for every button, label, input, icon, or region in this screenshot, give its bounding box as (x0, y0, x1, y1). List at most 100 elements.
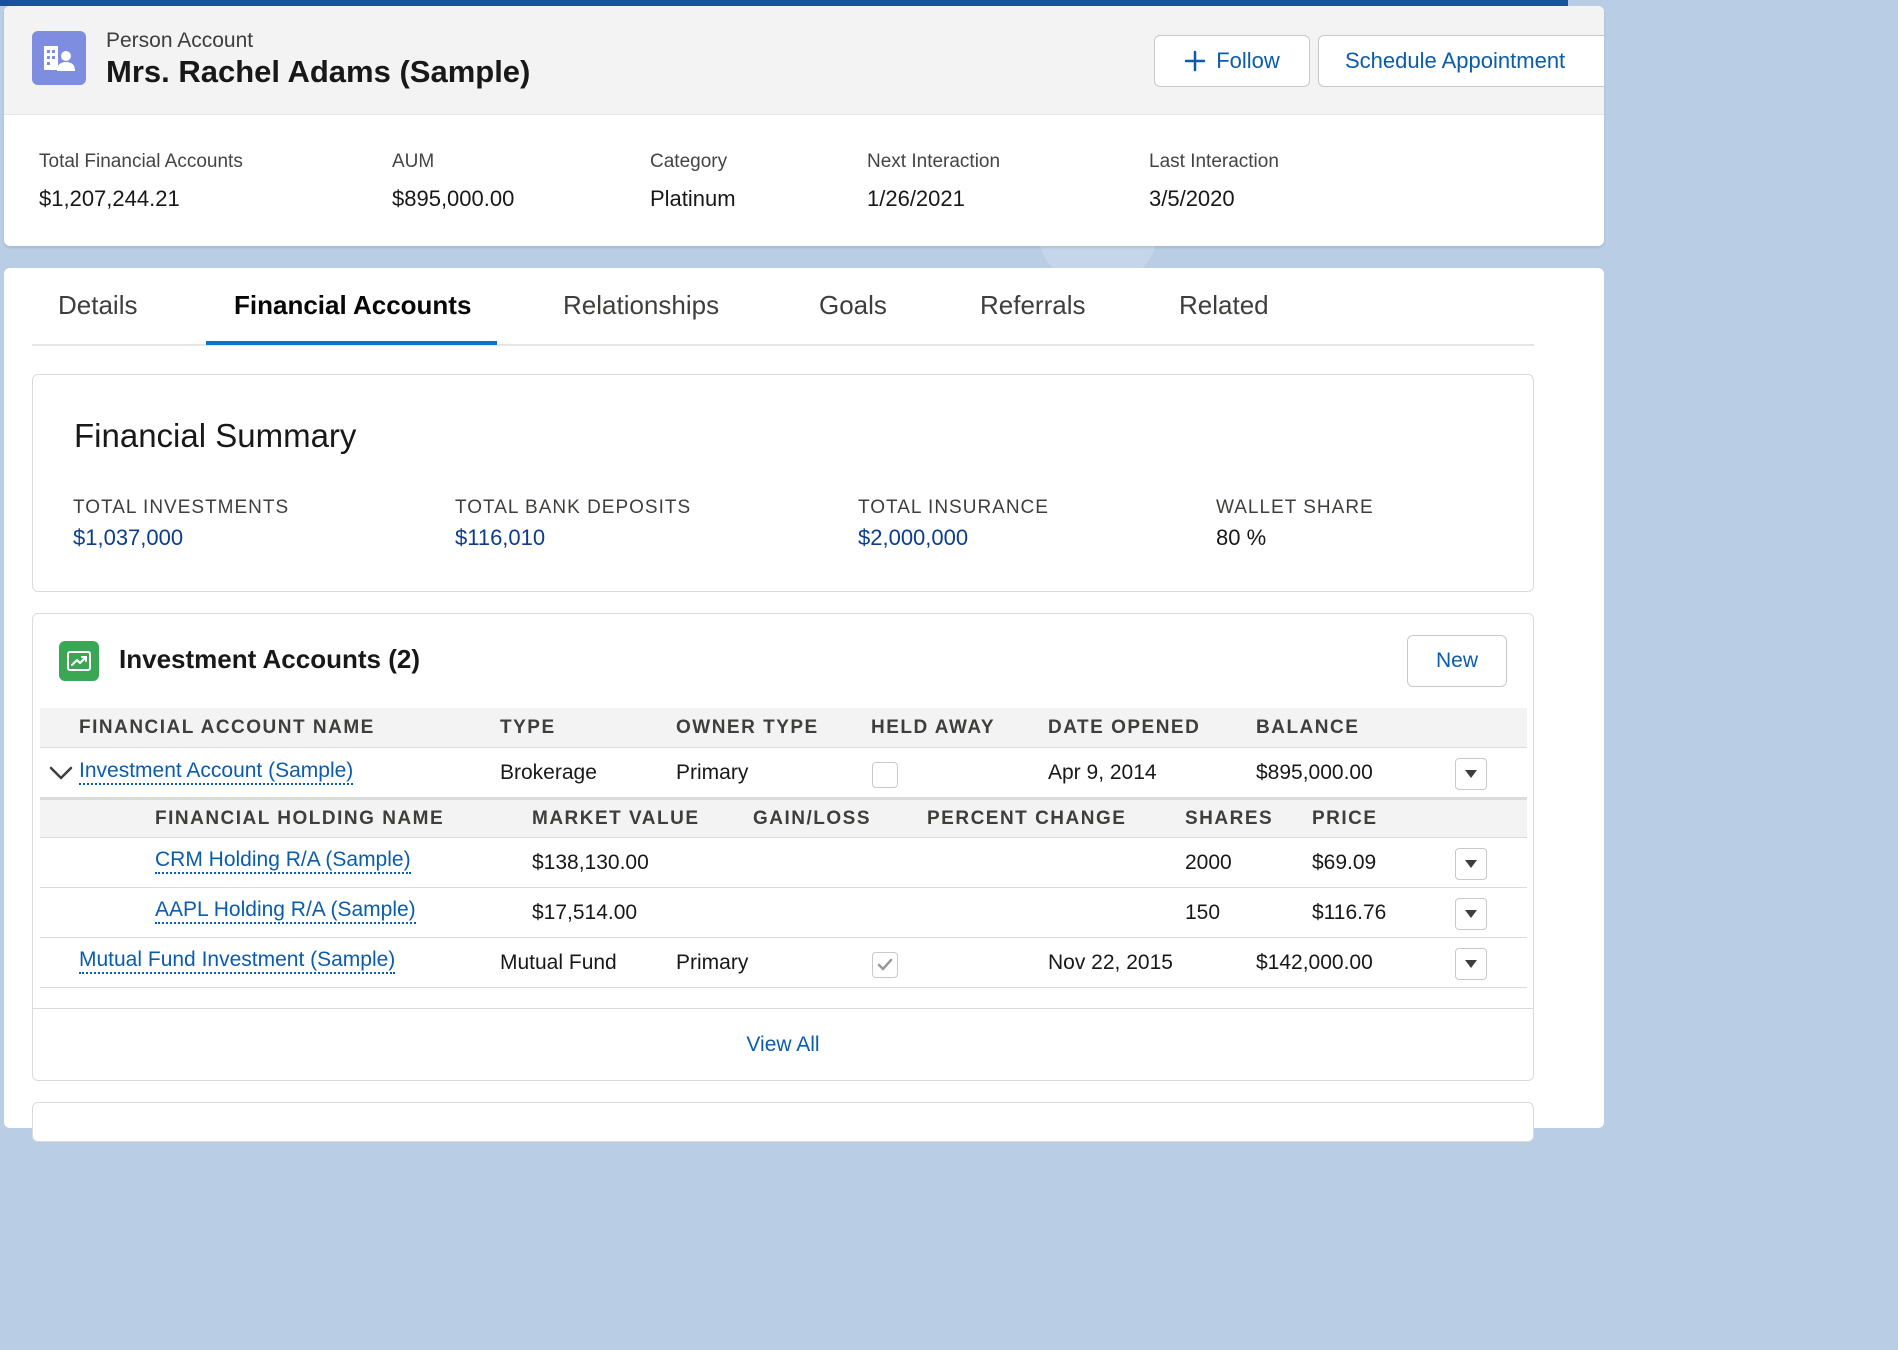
account-owner-type: Primary (676, 761, 749, 784)
holding-shares: 2000 (1185, 851, 1232, 874)
tab-bar: Details Financial Accounts Relationships… (32, 268, 1534, 346)
card-footer: View All (33, 1008, 1533, 1080)
account-date-opened: Apr 9, 2014 (1048, 761, 1157, 784)
schedule-appointment-button[interactable]: Schedule Appointment (1318, 35, 1604, 87)
summary-wallet-share: WALLET SHARE 80 % (1216, 497, 1374, 551)
tab-related[interactable]: Related (1179, 290, 1269, 321)
summary-value: 80 % (1216, 525, 1267, 550)
column-header[interactable]: TYPE (500, 717, 556, 739)
highlight-label: Next Interaction (867, 151, 1001, 172)
tab-referrals[interactable]: Referrals (980, 290, 1085, 321)
new-button[interactable]: New (1407, 635, 1507, 687)
highlight-category: Category Platinum (650, 151, 736, 212)
investment-accounts-card: Investment Accounts (2) New FINANCIAL AC… (32, 613, 1534, 1081)
highlights-panel: Total Financial Accounts $1,207,244.21 A… (4, 115, 1604, 246)
follow-button[interactable]: Follow (1154, 35, 1310, 87)
caret-down-icon (1465, 770, 1477, 778)
table-row: Investment Account (Sample) Brokerage Pr… (40, 748, 1527, 798)
account-balance: $895,000.00 (1256, 761, 1373, 784)
row-menu-button[interactable] (1455, 948, 1487, 980)
account-name[interactable]: Investment Account (Sample) (79, 759, 354, 785)
highlight-value: $895,000.00 (392, 186, 515, 211)
row-menu-button[interactable] (1455, 898, 1487, 930)
holding-shares: 150 (1185, 901, 1221, 924)
summary-value: $2,000,000 (858, 525, 969, 550)
check-icon (877, 958, 893, 971)
holdings-header-row: FINANCIAL HOLDING NAME MARKET VALUE GAIN… (40, 798, 1527, 838)
summary-total-insurance: TOTAL INSURANCE $2,000,000 (858, 497, 1049, 551)
tab-relationships[interactable]: Relationships (563, 290, 719, 321)
summary-label: TOTAL BANK DEPOSITS (455, 497, 692, 518)
highlight-last-interaction: Last Interaction 3/5/2020 (1149, 151, 1279, 212)
holding-name[interactable]: AAPL Holding R/A (Sample) (155, 898, 416, 924)
summary-label: TOTAL INSURANCE (858, 497, 1049, 518)
column-header[interactable]: DATE OPENED (1048, 717, 1200, 739)
summary-label: TOTAL INVESTMENTS (73, 497, 290, 518)
holding-market-value: $17,514.00 (532, 901, 638, 924)
account-balance: $142,000.00 (1256, 951, 1373, 974)
highlight-value: Platinum (650, 186, 736, 211)
summary-value: $116,010 (455, 525, 546, 550)
object-type-label: Person Account (106, 29, 254, 52)
column-header[interactable]: MARKET VALUE (532, 808, 700, 830)
highlight-value: 1/26/2021 (867, 186, 965, 211)
account-date-opened: Nov 22, 2015 (1048, 951, 1173, 974)
column-header[interactable]: PRICE (1312, 808, 1378, 830)
holding-row: AAPL Holding R/A (Sample) $17,514.00 150… (40, 888, 1527, 938)
account-name[interactable]: Mutual Fund Investment (Sample) (79, 948, 396, 974)
highlight-label: AUM (392, 151, 435, 172)
held-away-checkbox (872, 762, 898, 788)
held-away-checkbox (872, 952, 898, 978)
row-menu-button[interactable] (1455, 758, 1487, 790)
record-body: Details Financial Accounts Relationships… (4, 268, 1604, 1142)
chevron-down-icon[interactable] (49, 765, 73, 781)
column-header[interactable]: FINANCIAL HOLDING NAME (155, 808, 444, 830)
column-header[interactable]: FINANCIAL ACCOUNT NAME (79, 717, 375, 739)
active-tab-indicator (206, 341, 497, 345)
financial-summary-title: Financial Summary (74, 417, 357, 454)
investment-chart-icon (59, 641, 99, 681)
column-header[interactable]: GAIN/LOSS (753, 808, 871, 830)
holding-name-link[interactable]: CRM Holding R/A (Sample) (155, 848, 411, 874)
tab-details[interactable]: Details (58, 290, 137, 321)
tab-financial-accounts[interactable]: Financial Accounts (234, 290, 471, 321)
account-type: Brokerage (500, 761, 597, 784)
account-owner-type: Primary (676, 951, 749, 974)
table-header-row: FINANCIAL ACCOUNT NAME TYPE OWNER TYPE H… (40, 708, 1527, 748)
holding-name[interactable]: CRM Holding R/A (Sample) (155, 848, 411, 874)
column-header[interactable]: BALANCE (1256, 717, 1359, 739)
column-header[interactable]: OWNER TYPE (676, 717, 819, 739)
summary-total-investments: TOTAL INVESTMENTS $1,037,000 (73, 497, 289, 551)
highlight-aum: AUM $895,000.00 (392, 151, 514, 212)
follow-label: Follow (1216, 48, 1280, 73)
highlight-next-interaction: Next Interaction 1/26/2021 (867, 151, 1000, 212)
holding-price: $116.76 (1312, 901, 1387, 924)
summary-total-bank-deposits: TOTAL BANK DEPOSITS $116,010 (455, 497, 691, 551)
tab-goals[interactable]: Goals (819, 290, 887, 321)
account-name-link[interactable]: Mutual Fund Investment (Sample) (79, 948, 396, 974)
account-name-link[interactable]: Investment Account (Sample) (79, 759, 354, 785)
investment-accounts-title: Investment Accounts (2) (119, 644, 420, 674)
caret-down-icon (1465, 860, 1477, 868)
column-header[interactable]: SHARES (1185, 808, 1273, 830)
record-header: Person Account Mrs. Rachel Adams (Sample… (4, 6, 1604, 246)
highlight-label: Total Financial Accounts (39, 151, 243, 172)
view-all-link[interactable]: View All (33, 1033, 1533, 1057)
holding-price: $69.09 (1312, 851, 1377, 874)
column-header[interactable]: HELD AWAY (871, 717, 995, 739)
table-row: Mutual Fund Investment (Sample) Mutual F… (40, 938, 1527, 988)
holding-row: CRM Holding R/A (Sample) $138,130.00 200… (40, 838, 1527, 888)
record-name: Mrs. Rachel Adams (Sample) (106, 54, 531, 89)
holding-name-link[interactable]: AAPL Holding R/A (Sample) (155, 898, 416, 924)
caret-down-icon (1465, 910, 1477, 918)
summary-value: $1,037,000 (73, 525, 184, 550)
person-account-icon (32, 31, 86, 85)
summary-label: WALLET SHARE (1216, 497, 1374, 518)
highlight-total-financial-accounts: Total Financial Accounts $1,207,244.21 (39, 151, 243, 212)
row-menu-button[interactable] (1455, 848, 1487, 880)
column-header[interactable]: PERCENT CHANGE (927, 808, 1126, 830)
highlight-value: 3/5/2020 (1149, 186, 1235, 211)
record-header-top: Person Account Mrs. Rachel Adams (Sample… (4, 6, 1604, 115)
highlight-value: $1,207,244.21 (39, 186, 180, 211)
highlight-label: Last Interaction (1149, 151, 1279, 172)
